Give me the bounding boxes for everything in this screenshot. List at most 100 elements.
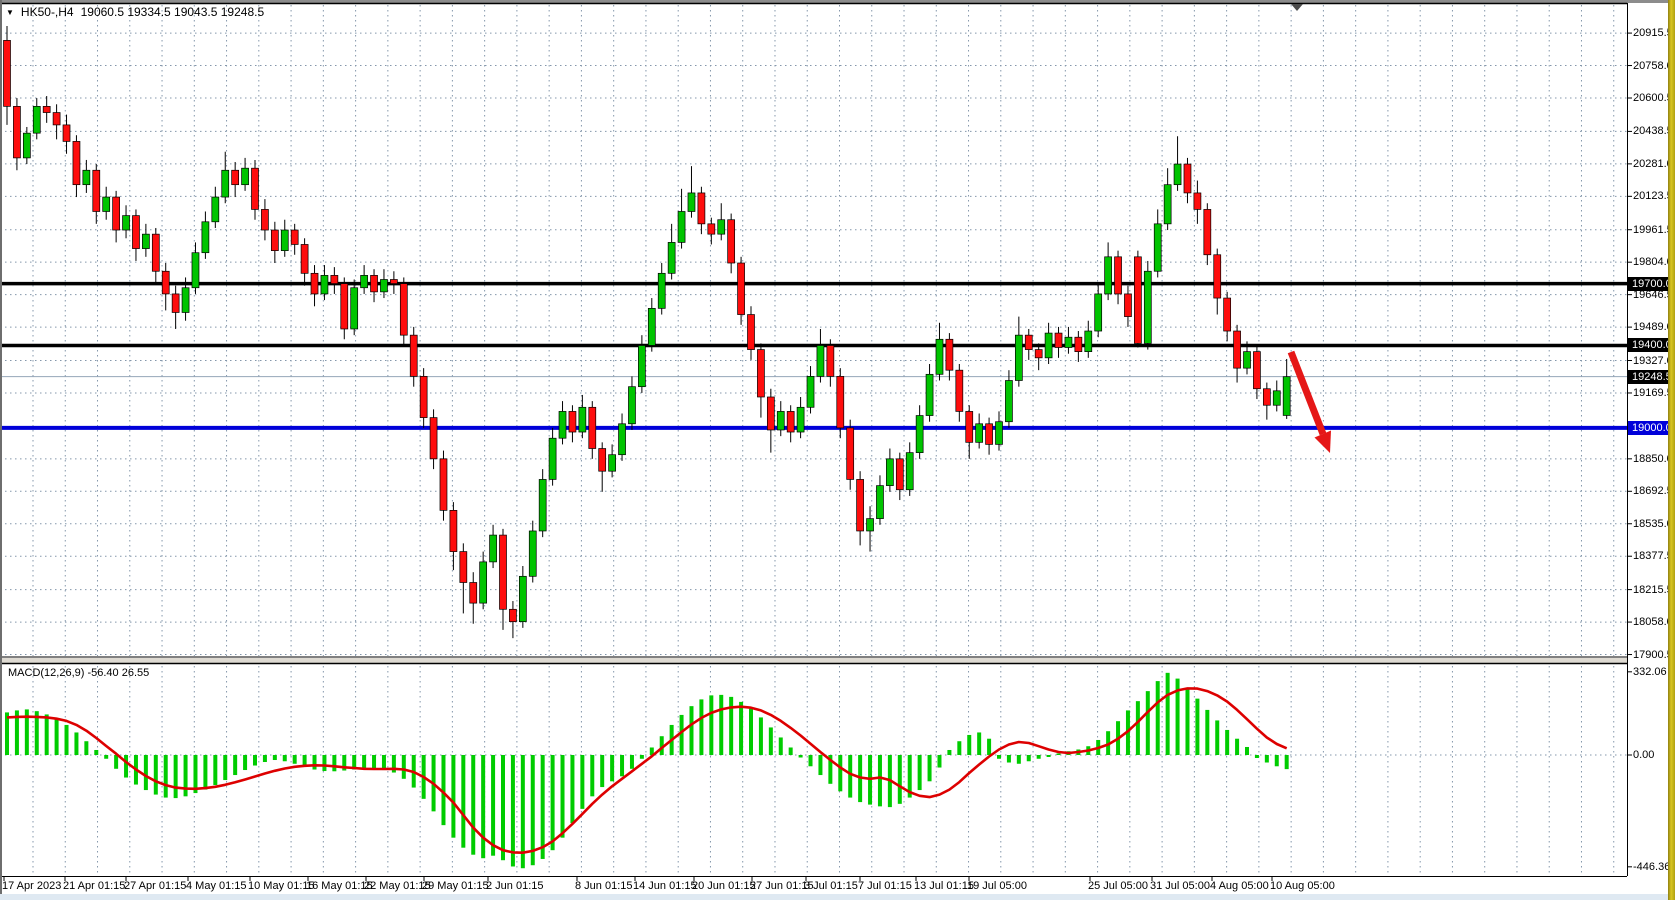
time-axis-label: 20 Jun 01:15 xyxy=(692,880,756,892)
bull-candle xyxy=(490,535,497,562)
bear-candle xyxy=(1025,335,1032,349)
bear-candle xyxy=(827,345,834,376)
bear-candle xyxy=(857,479,864,531)
bull-candle xyxy=(549,438,556,479)
bear-candle xyxy=(252,168,259,209)
bear-candle xyxy=(589,407,596,448)
bull-candle xyxy=(797,407,804,432)
bear-candle xyxy=(53,113,60,125)
bull-candle xyxy=(648,308,655,345)
bull-candle xyxy=(361,275,368,287)
macd-histogram-bar xyxy=(174,755,178,798)
price-axis-label: 19327.0 xyxy=(1633,355,1673,367)
macd-histogram-bar xyxy=(799,755,803,758)
chart-shift-marker-icon[interactable] xyxy=(1291,4,1303,11)
bull-candle xyxy=(609,455,616,471)
bull-candle xyxy=(936,339,943,374)
price-axis-label: 19489.0 xyxy=(1633,321,1673,333)
bull-candle xyxy=(23,133,30,158)
bear-candle xyxy=(1253,352,1260,389)
macd-histogram-bar xyxy=(630,755,634,769)
macd-histogram-bar xyxy=(144,755,148,790)
price-axis-label: 19169.5 xyxy=(1633,387,1673,399)
bear-candle xyxy=(1234,331,1241,368)
bull-candle xyxy=(1273,391,1280,405)
bear-candle xyxy=(311,273,318,294)
time-axis-label: 29 May 01:15 xyxy=(422,880,489,892)
sell-arrow[interactable] xyxy=(1291,352,1331,453)
bull-candle xyxy=(281,230,288,251)
bull-candle xyxy=(1045,333,1052,358)
bear-candle xyxy=(162,271,169,294)
macd-histogram-bar xyxy=(699,699,703,755)
bull-candle xyxy=(1283,377,1290,416)
bull-candle xyxy=(916,416,923,453)
macd-histogram-bar xyxy=(1047,755,1051,757)
macd-histogram-bar xyxy=(600,755,604,787)
bull-candle xyxy=(1095,294,1102,331)
bull-candle xyxy=(976,424,983,443)
macd-histogram-bar xyxy=(402,755,406,779)
macd-histogram-bar xyxy=(1215,720,1219,755)
price-axis-label: 18058.0 xyxy=(1633,616,1673,628)
bear-candle xyxy=(698,193,705,224)
chart-canvas[interactable] xyxy=(0,0,1675,900)
bear-candle xyxy=(728,220,735,263)
price-axis-label: 18215.5 xyxy=(1633,584,1673,596)
macd-histogram-bar xyxy=(74,732,78,755)
bull-candle xyxy=(718,220,725,234)
macd-histogram-bar xyxy=(997,755,1001,759)
price-axis-label: 18692.5 xyxy=(1633,485,1673,497)
macd-histogram-bar xyxy=(94,750,98,755)
macd-histogram-bar xyxy=(1156,681,1160,755)
macd-histogram-bar xyxy=(928,755,932,781)
macd-histogram-bar xyxy=(243,755,247,770)
macd-histogram-bar xyxy=(263,755,267,762)
bear-candle xyxy=(420,376,427,417)
macd-histogram-bar xyxy=(322,755,326,771)
macd-histogram-bar xyxy=(779,737,783,755)
bear-candle xyxy=(13,106,20,158)
time-axis-label: 2 Jun 01:15 xyxy=(486,880,544,892)
bull-candle xyxy=(33,106,40,133)
time-axis-label: 10 Aug 05:00 xyxy=(1270,880,1335,892)
macd-histogram-bar xyxy=(55,719,59,755)
price-axis-label: 20281.0 xyxy=(1633,158,1673,170)
bull-candle xyxy=(142,234,149,248)
grid-group xyxy=(0,5,1627,875)
macd-histogram-bar xyxy=(898,755,902,804)
bear-candle xyxy=(470,582,477,603)
bear-candle xyxy=(390,280,397,284)
macd-histogram-bar xyxy=(283,755,287,761)
macd-histogram-bar xyxy=(689,706,693,755)
macd-histogram-bar xyxy=(759,717,763,755)
time-axis-label: 7 Jul 01:15 xyxy=(858,880,912,892)
symbol-dropdown-icon[interactable]: ▼ xyxy=(6,8,14,17)
bear-candle xyxy=(599,449,606,472)
price-axis-label: 18850.0 xyxy=(1633,453,1673,465)
macd-histogram-bar xyxy=(967,735,971,755)
bull-candle xyxy=(658,273,665,308)
macd-histogram-bar xyxy=(184,755,188,796)
bull-candle xyxy=(619,424,626,455)
bull-candle xyxy=(529,531,536,576)
macd-histogram-bar xyxy=(838,755,842,791)
macd-histogram-bar xyxy=(1166,673,1170,755)
bull-candle xyxy=(668,242,675,273)
price-axis-label: 20123.5 xyxy=(1633,190,1673,202)
macd-histogram-bar xyxy=(947,750,951,755)
time-axis-label: 16 May 01:15 xyxy=(306,880,373,892)
bear-candle xyxy=(966,411,973,442)
macd-histogram-bar xyxy=(293,755,297,764)
bull-candle xyxy=(688,193,695,212)
bear-candle xyxy=(1194,193,1201,209)
time-axis-label: 22 May 01:15 xyxy=(364,880,431,892)
bear-candle xyxy=(410,335,417,376)
panel-splitter[interactable] xyxy=(0,658,1627,663)
macd-histogram-bar xyxy=(313,755,317,770)
bear-candle xyxy=(113,197,120,230)
time-axis-label: 25 Jul 05:00 xyxy=(1088,880,1148,892)
bear-candle xyxy=(738,263,745,315)
bull-candle xyxy=(678,211,685,242)
bear-candle xyxy=(1055,333,1062,347)
